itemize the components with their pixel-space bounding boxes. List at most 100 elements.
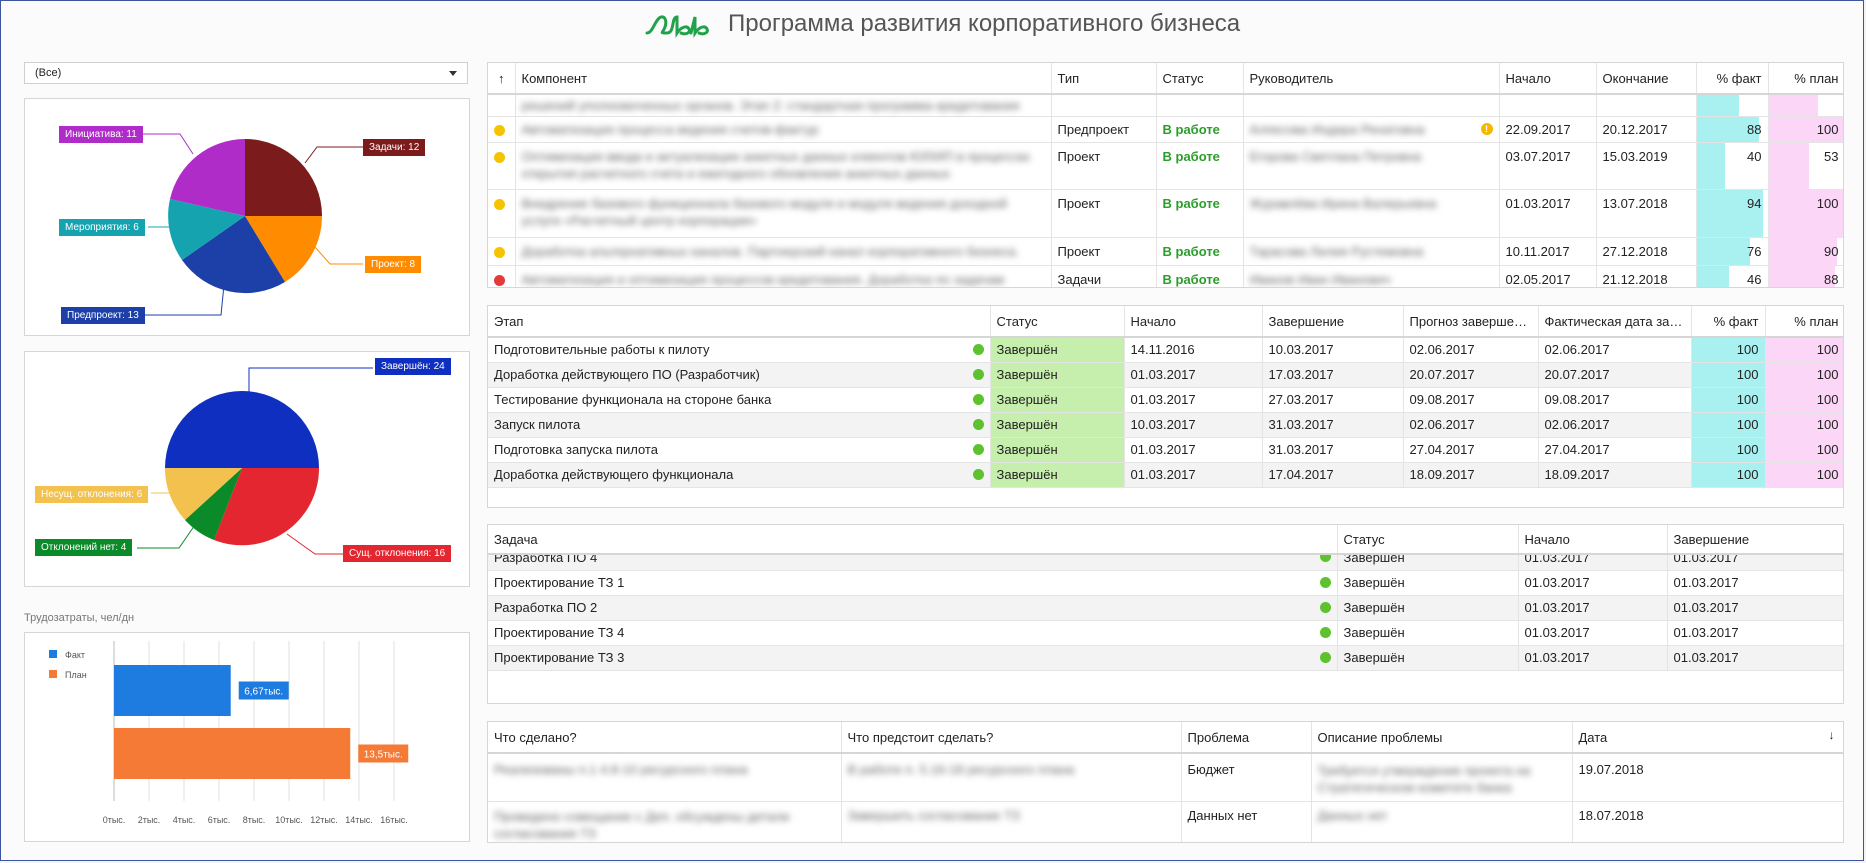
table-row[interactable]: Доработка действующего функционала Заверш… [488, 462, 1843, 488]
plan-bar[interactable] [114, 728, 351, 779]
stage-start: 01.03.2017 [1124, 362, 1263, 388]
component-type: Проект [1051, 189, 1157, 238]
plan-value: 88 [1824, 271, 1839, 287]
status-dot-cell [488, 237, 516, 266]
col-todo[interactable]: Что предстоит сделать? [841, 722, 1182, 754]
table-row[interactable]: Проектирование ТЗ 4 Завершён 01.03.2017 01.… [488, 620, 1843, 646]
col-task-start[interactable]: Начало [1518, 525, 1668, 555]
component-end: 15.03.2019 [1596, 142, 1697, 190]
component-manager: Иванов Иван Иванович [1243, 265, 1500, 287]
table-row[interactable]: Доработка альтернативных каналов. Партне… [488, 237, 1843, 266]
plan-cell: 100 [1765, 362, 1843, 388]
stage-end: 10.03.2017 [1262, 337, 1404, 363]
task-start: 01.03.2017 [1518, 620, 1668, 646]
filter-dropdown[interactable]: (Все) [24, 62, 468, 84]
pie-slice-completed[interactable] [165, 391, 319, 468]
component-manager: Журавлёва Ирина Валерьевна [1243, 189, 1500, 238]
col-problem-desc[interactable]: Описание проблемы [1311, 722, 1573, 754]
table-row[interactable]: Проектирование ТЗ 1 Завершён 01.03.2017 01.… [488, 570, 1843, 596]
fact-cell: 100 [1691, 387, 1766, 413]
component-status: В работе [1156, 237, 1244, 266]
col-done[interactable]: Что сделано? [488, 722, 842, 754]
warning-icon[interactable]: ! [1480, 122, 1493, 135]
status-dot-icon [494, 151, 505, 163]
col-component[interactable]: Компонент [515, 63, 1052, 95]
table-row[interactable]: Подготовка запуска пилота Завершён 01.03.2… [488, 437, 1843, 463]
plan-value: 90 [1824, 243, 1839, 259]
stage-forecast: 02.06.2017 [1403, 412, 1539, 438]
col-end[interactable]: Окончание [1596, 63, 1697, 95]
col-task[interactable]: Задача [488, 525, 1338, 555]
stage-actual: 20.07.2017 [1538, 362, 1692, 388]
table-row[interactable]: Оптимизация ввода и актуализации анкетны… [488, 142, 1843, 190]
task-start: 01.03.2017 [1518, 570, 1668, 596]
col-task-status[interactable]: Статус [1337, 525, 1519, 555]
stage-end: 31.03.2017 [1262, 437, 1404, 463]
fact-bar[interactable] [114, 665, 231, 716]
table-row[interactable]: Разработка ПО 4 Завершён 01.03.2017 01.03.2… [488, 555, 1843, 571]
task-end: 01.03.2017 [1667, 645, 1843, 671]
component-end [1596, 94, 1697, 117]
table-row[interactable]: Внедрение базового функционала базового … [488, 189, 1843, 238]
col-status[interactable]: Статус [1156, 63, 1244, 95]
task-name-text: Проектирование ТЗ 4 [494, 625, 625, 640]
col-stage-start[interactable]: Начало [1124, 306, 1263, 338]
fact-cell: 100 [1691, 462, 1766, 488]
status-dot-icon [972, 468, 984, 480]
labor-bar-chart: 0тыс. 2тыс. 4тыс. 6тыс. 8тыс. 10тыс. 12тыс. 14т… [49, 641, 409, 825]
component-name: Автоматизация и оптимизация процессов кр… [515, 265, 1052, 287]
stage-actual: 02.06.2017 [1538, 337, 1692, 363]
component-manager: Алпесова Индира Ренатовна! [1243, 116, 1500, 143]
table-row[interactable]: Доработка действующего ПО (Разработчик) З… [488, 362, 1843, 388]
x-tick-label: 0тыс. [103, 815, 126, 825]
stage-name: Тестирование функционала на стороне банк… [488, 387, 991, 413]
stage-start: 14.11.2016 [1124, 337, 1263, 363]
table-row[interactable]: Запуск пилота Завершён 10.03.2017 31.03.201… [488, 412, 1843, 438]
pie-label-completed: Завершён: 24 [375, 358, 451, 375]
col-stage-fact[interactable]: % факт [1691, 306, 1766, 338]
table-row[interactable]: Автоматизация процесса ведения счетов-фа… [488, 116, 1843, 143]
table-row[interactable]: Подготовительные работы к пилоту Завершён… [488, 337, 1843, 363]
table-row[interactable]: решений уполномоченных органов. Этап 2: … [488, 94, 1843, 117]
col-date[interactable]: Дата ↓ [1572, 722, 1843, 754]
table-row[interactable]: Разработка ПО 2 Завершён 01.03.2017 01.03.2… [488, 595, 1843, 621]
fact-value: 46 [1747, 271, 1762, 287]
legend-swatch [49, 650, 57, 658]
col-stage-plan[interactable]: % план [1765, 306, 1843, 338]
col-stage-actual[interactable]: Фактическая дата зав... [1538, 306, 1692, 338]
legend-swatch [49, 670, 57, 678]
fact-cell: 100 [1691, 412, 1766, 438]
component-end: 21.12.2018 [1596, 265, 1697, 287]
table-row[interactable]: Проектирование ТЗ 3 Завершён 01.03.2017 01.… [488, 645, 1843, 671]
component-manager: Егорова Светлана Петровна [1243, 142, 1500, 190]
component-status: В работе [1156, 116, 1244, 143]
sort-down-icon[interactable]: ↓ [1829, 728, 1835, 742]
sort-arrow-icon[interactable]: ↑ [488, 63, 516, 95]
table-row[interactable]: Автоматизация и оптимизация процессов кр… [488, 265, 1843, 287]
stage-start: 01.03.2017 [1124, 437, 1263, 463]
stage-name: Доработка действующего функционала [488, 462, 991, 488]
x-tick-label: 14тыс. [345, 815, 373, 825]
table-row[interactable]: Реализованы п.1 4.8-10 ресурсного плана … [488, 753, 1843, 802]
col-fact[interactable]: % факт [1696, 63, 1769, 95]
col-manager[interactable]: Руководитель [1243, 63, 1500, 95]
table-row[interactable]: Тестирование функционала на стороне банк… [488, 387, 1843, 413]
component-status: В работе [1156, 189, 1244, 238]
col-stage[interactable]: Этап [488, 306, 991, 338]
col-stage-forecast[interactable]: Прогноз завершен... [1403, 306, 1539, 338]
col-type[interactable]: Тип [1051, 63, 1157, 95]
col-stage-end[interactable]: Завершение [1262, 306, 1404, 338]
col-stage-status[interactable]: Статус [990, 306, 1125, 338]
fact-value: 88 [1747, 121, 1762, 137]
col-task-end[interactable]: Завершение [1667, 525, 1843, 555]
table-row[interactable]: Проведено совещание с Деп. обсуждены дет… [488, 801, 1843, 842]
stage-end: 31.03.2017 [1262, 412, 1404, 438]
component-end: 20.12.2017 [1596, 116, 1697, 143]
pie-label-no-deviation: Отклонений нет: 4 [35, 539, 133, 556]
pie-slice-tasks[interactable] [245, 139, 322, 216]
fact-cell [1696, 94, 1769, 117]
col-start[interactable]: Начало [1499, 63, 1597, 95]
data-label: 6,67тыс. [244, 687, 283, 698]
col-problem[interactable]: Проблема [1181, 722, 1312, 754]
col-plan[interactable]: % план [1768, 63, 1843, 95]
